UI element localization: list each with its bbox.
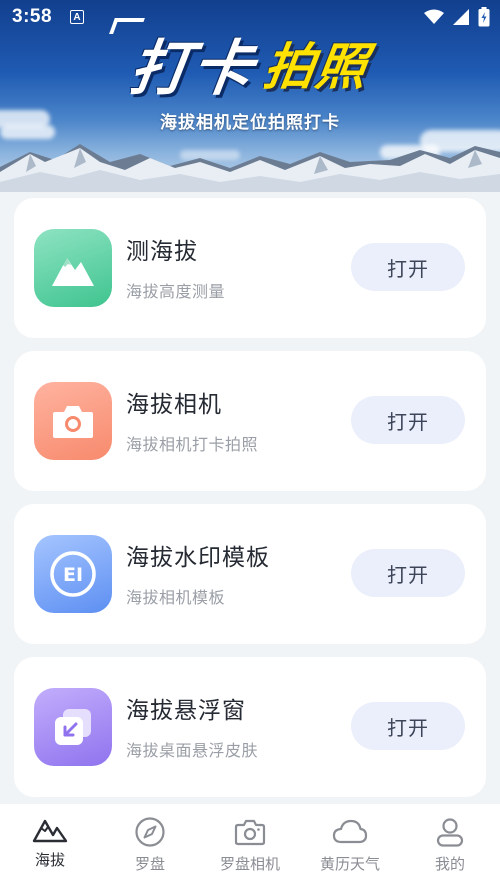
open-altitude-camera-button[interactable]: 打开 — [351, 396, 465, 444]
nav-item-altitude[interactable]: 海拔 — [0, 804, 100, 888]
stamp-icon: EI — [34, 535, 112, 613]
camera-icon — [34, 382, 112, 460]
card-title: 海拔相机 — [126, 392, 222, 418]
nav-item-almanac-weather[interactable]: 黄历天气 — [300, 804, 400, 888]
card-subtitle: 海拔桌面悬浮皮肤 — [126, 741, 259, 760]
camera-outline-icon — [234, 819, 266, 846]
card-subtitle: 海拔高度测量 — [126, 282, 226, 301]
nav-label: 罗盘 — [134, 855, 165, 873]
notification-a-icon: A — [70, 10, 85, 24]
nav-item-mine[interactable]: 我的 — [400, 804, 500, 888]
open-floating-window-button[interactable]: 打开 — [351, 702, 465, 750]
user-icon — [436, 818, 464, 847]
nav-label: 黄历天气 — [319, 855, 380, 873]
battery-icon — [478, 7, 490, 27]
wifi-icon — [424, 9, 444, 24]
status-bar: 3:58 A — [0, 0, 500, 34]
nav-label: 我的 — [434, 855, 465, 873]
card-watermark-template[interactable]: EI 海拔水印模板 海拔相机模板 打开 — [14, 504, 486, 644]
mountain-outline-icon — [32, 819, 68, 843]
card-title: 海拔悬浮窗 — [126, 698, 246, 724]
card-floating-window[interactable]: 海拔悬浮窗 海拔桌面悬浮皮肤 打开 — [14, 657, 486, 797]
stamp-icon-text: EI — [63, 564, 83, 586]
nav-item-compass-camera[interactable]: 罗盘相机 — [200, 804, 300, 888]
card-subtitle: 海拔相机模板 — [126, 588, 226, 607]
open-measure-altitude-button[interactable]: 打开 — [351, 243, 465, 291]
card-subtitle: 海拔相机打卡拍照 — [126, 435, 259, 454]
banner-subtitle: 海拔相机定位拍照打卡 — [160, 113, 340, 133]
signal-icon — [453, 9, 469, 25]
header-banner: 3:58 A 打卡 拍照 海拔相机定位拍照打卡 — [0, 0, 500, 192]
mountain-icon — [34, 229, 112, 307]
open-watermark-template-button[interactable]: 打开 — [351, 549, 465, 597]
banner-title: 打卡 拍照 — [0, 22, 500, 104]
nav-item-compass[interactable]: 罗盘 — [100, 804, 200, 888]
card-title: 测海拔 — [126, 239, 198, 265]
nav-label: 海拔 — [34, 851, 65, 869]
floating-window-icon — [34, 688, 112, 766]
nav-label: 罗盘相机 — [219, 855, 280, 873]
compass-icon — [135, 817, 165, 847]
status-time: 3:58 — [12, 6, 53, 27]
banner-title-part2: 拍照 — [260, 38, 373, 96]
card-altitude-camera[interactable]: 海拔相机 海拔相机打卡拍照 打开 — [14, 351, 486, 491]
cloud-icon — [332, 819, 368, 844]
card-measure-altitude[interactable]: 测海拔 海拔高度测量 打开 — [14, 198, 486, 338]
bottom-navigation: 海拔 罗盘 罗盘相机 黄历天气 我的 — [0, 804, 500, 888]
card-title: 海拔水印模板 — [126, 545, 270, 571]
